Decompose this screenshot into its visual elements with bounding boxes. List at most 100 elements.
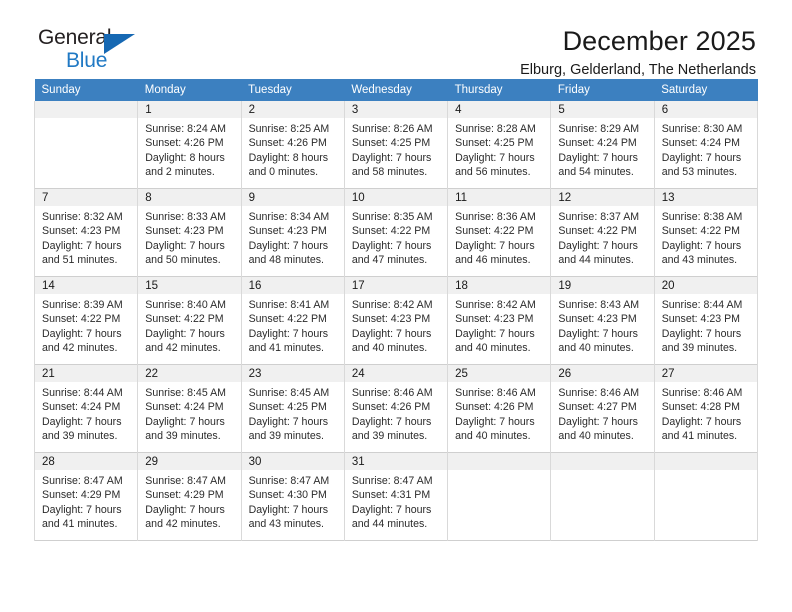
calendar-day-cell[interactable]: 3 Sunrise: 8:26 AM Sunset: 4:25 PM Daylight…: [343, 101, 449, 188]
day-details: Sunrise: 8:46 AM Sunset: 4:26 PM Daylight:…: [448, 382, 550, 444]
daylight-text-line1: Daylight: 7 hours: [558, 415, 638, 428]
calendar-day-cell[interactable]: 17 Sunrise: 8:42 AM Sunset: 4:23 PM Dayligh…: [343, 277, 449, 364]
calendar-day-cell[interactable]: 1 Sunrise: 8:24 AM Sunset: 4:26 PM Daylight…: [137, 101, 242, 188]
calendar-day-cell[interactable]: 26 Sunrise: 8:46 AM Sunset: 4:27 PM Dayligh…: [550, 365, 655, 452]
daylight-text-line1: Daylight: 7 hours: [42, 503, 122, 516]
daylight-text-line1: Daylight: 7 hours: [558, 239, 638, 252]
day-number: 22: [138, 365, 241, 382]
calendar-day-cell[interactable]: 19 Sunrise: 8:43 AM Sunset: 4:23 PM Dayligh…: [550, 277, 655, 364]
day-number: [35, 101, 138, 118]
daylight-text-line2: and 39 minutes.: [248, 430, 324, 443]
daylight-text-line2: and 2 minutes.: [145, 166, 215, 179]
sunset-text: Sunset: 4:25 PM: [351, 137, 431, 150]
daylight-text-line2: and 41 minutes.: [42, 518, 118, 531]
weekday-header-tuesday: Tuesday: [241, 79, 345, 101]
title-block: December 2025 Elburg, Gelderland, The Ne…: [520, 27, 758, 79]
day-number: 27: [654, 365, 757, 382]
day-number: 28: [35, 453, 138, 470]
daylight-text-line2: and 42 minutes.: [145, 518, 221, 531]
calendar-day-cell[interactable]: 10 Sunrise: 8:35 AM Sunset: 4:22 PM Dayligh…: [343, 189, 449, 276]
weekday-header-saturday: Saturday: [654, 79, 758, 101]
sunset-text: Sunset: 4:22 PM: [145, 313, 224, 326]
sunset-text: Sunset: 4:27 PM: [558, 401, 637, 414]
daylight-text-line1: Daylight: 7 hours: [558, 327, 638, 340]
calendar-day-cell[interactable]: 31 Sunrise: 8:47 AM Sunset: 4:31 PM Dayligh…: [343, 453, 449, 540]
day-number: 25: [448, 365, 551, 382]
sunset-text: Sunset: 4:23 PM: [351, 313, 431, 326]
daylight-text-line1: Daylight: 7 hours: [661, 239, 742, 252]
day-number: 1: [138, 101, 241, 118]
sunset-text: Sunset: 4:22 PM: [558, 225, 637, 238]
calendar-day-cell[interactable]: 23 Sunrise: 8:45 AM Sunset: 4:25 PM Dayligh…: [240, 365, 345, 452]
calendar-day-cell[interactable]: 27 Sunrise: 8:46 AM Sunset: 4:28 PM Dayligh…: [653, 365, 759, 452]
calendar-day-cell[interactable]: 15 Sunrise: 8:40 AM Sunset: 4:22 PM Dayligh…: [137, 277, 242, 364]
sunrise-text: Sunrise: 8:32 AM: [42, 211, 123, 223]
calendar-day-cell[interactable]: 29 Sunrise: 8:47 AM Sunset: 4:29 PM Dayligh…: [137, 453, 242, 540]
day-details: Sunrise: 8:45 AM Sunset: 4:25 PM Daylight:…: [242, 382, 344, 444]
day-details: Sunrise: 8:28 AM Sunset: 4:25 PM Daylight:…: [448, 118, 550, 180]
calendar-day-cell[interactable]: 8 Sunrise: 8:33 AM Sunset: 4:23 PM Daylight…: [137, 189, 242, 276]
day-details: Sunrise: 8:34 AM Sunset: 4:23 PM Daylight:…: [242, 206, 344, 268]
daylight-text-line2: and 54 minutes.: [558, 166, 634, 179]
sunrise-text: Sunrise: 8:38 AM: [661, 211, 743, 223]
daylight-text-line2: and 41 minutes.: [661, 430, 738, 443]
sunrise-text: Sunrise: 8:25 AM: [248, 123, 330, 135]
brand-logo[interactable]: General Blue: [34, 27, 184, 83]
calendar-day-cell[interactable]: 4 Sunrise: 8:28 AM Sunset: 4:25 PM Daylight…: [447, 101, 552, 188]
daylight-text-line2: and 58 minutes.: [351, 166, 428, 179]
calendar-day-cell[interactable]: 2 Sunrise: 8:25 AM Sunset: 4:26 PM Daylight…: [240, 101, 345, 188]
day-number: [448, 453, 551, 470]
day-details: Sunrise: 8:26 AM Sunset: 4:25 PM Daylight:…: [345, 118, 447, 180]
daylight-text-line1: Daylight: 7 hours: [455, 151, 535, 164]
calendar-day-cell[interactable]: 13 Sunrise: 8:38 AM Sunset: 4:22 PM Dayligh…: [653, 189, 759, 276]
daylight-text-line1: Daylight: 7 hours: [351, 327, 432, 340]
daylight-text-line2: and 53 minutes.: [661, 166, 738, 179]
day-number: 8: [138, 189, 241, 206]
calendar-day-cell[interactable]: 14 Sunrise: 8:39 AM Sunset: 4:22 PM Dayligh…: [33, 277, 139, 364]
calendar-day-cell[interactable]: 24 Sunrise: 8:46 AM Sunset: 4:26 PM Dayligh…: [343, 365, 449, 452]
calendar-day-cell[interactable]: 6 Sunrise: 8:30 AM Sunset: 4:24 PM Daylight…: [653, 101, 759, 188]
sunset-text: Sunset: 4:29 PM: [145, 489, 224, 502]
sunrise-text: Sunrise: 8:37 AM: [558, 211, 640, 223]
daylight-text-line1: Daylight: 7 hours: [145, 239, 225, 252]
calendar-cell-empty: [550, 453, 655, 540]
daylight-text-line2: and 39 minutes.: [661, 342, 738, 355]
calendar-day-cell[interactable]: 28 Sunrise: 8:47 AM Sunset: 4:29 PM Dayligh…: [33, 453, 139, 540]
calendar-day-cell[interactable]: 12 Sunrise: 8:37 AM Sunset: 4:22 PM Dayligh…: [550, 189, 655, 276]
daylight-text-line1: Daylight: 7 hours: [248, 415, 329, 428]
sunset-text: Sunset: 4:31 PM: [351, 489, 431, 502]
calendar-day-cell[interactable]: 18 Sunrise: 8:42 AM Sunset: 4:23 PM Dayligh…: [447, 277, 552, 364]
calendar-day-cell[interactable]: 5 Sunrise: 8:29 AM Sunset: 4:24 PM Daylight…: [550, 101, 655, 188]
day-details: Sunrise: 8:46 AM Sunset: 4:27 PM Daylight:…: [551, 382, 653, 444]
calendar-day-cell[interactable]: 22 Sunrise: 8:45 AM Sunset: 4:24 PM Dayligh…: [137, 365, 242, 452]
daylight-text-line2: and 47 minutes.: [351, 254, 428, 267]
calendar-day-cell[interactable]: 20 Sunrise: 8:44 AM Sunset: 4:23 PM Dayligh…: [653, 277, 759, 364]
calendar-day-cell[interactable]: 30 Sunrise: 8:47 AM Sunset: 4:30 PM Dayligh…: [240, 453, 345, 540]
calendar-day-cell[interactable]: 11 Sunrise: 8:36 AM Sunset: 4:22 PM Dayligh…: [447, 189, 552, 276]
daylight-text-line2: and 43 minutes.: [661, 254, 738, 267]
sunrise-text: Sunrise: 8:42 AM: [455, 299, 536, 311]
daylight-text-line2: and 44 minutes.: [558, 254, 634, 267]
sunrise-text: Sunrise: 8:41 AM: [248, 299, 330, 311]
sunrise-text: Sunrise: 8:42 AM: [351, 299, 433, 311]
daylight-text-line1: Daylight: 7 hours: [351, 239, 432, 252]
day-number: 20: [654, 277, 757, 294]
daylight-text-line2: and 40 minutes.: [558, 342, 634, 355]
calendar-day-cell[interactable]: 16 Sunrise: 8:41 AM Sunset: 4:22 PM Dayligh…: [240, 277, 345, 364]
day-details: Sunrise: 8:42 AM Sunset: 4:23 PM Daylight:…: [345, 294, 447, 356]
calendar-day-cell[interactable]: 7 Sunrise: 8:32 AM Sunset: 4:23 PM Daylight…: [33, 189, 139, 276]
sunset-text: Sunset: 4:26 PM: [145, 137, 224, 150]
calendar-day-cell[interactable]: 21 Sunrise: 8:44 AM Sunset: 4:24 PM Dayligh…: [33, 365, 139, 452]
daylight-text-line2: and 39 minutes.: [42, 430, 118, 443]
day-number: 21: [35, 365, 138, 382]
day-number: 15: [138, 277, 241, 294]
daylight-text-line1: Daylight: 7 hours: [145, 327, 225, 340]
sunrise-text: Sunrise: 8:45 AM: [145, 387, 226, 399]
daylight-text-line1: Daylight: 7 hours: [42, 239, 122, 252]
daylight-text-line1: Daylight: 7 hours: [42, 327, 122, 340]
calendar-day-cell[interactable]: 9 Sunrise: 8:34 AM Sunset: 4:23 PM Daylight…: [240, 189, 345, 276]
day-number: 7: [35, 189, 138, 206]
day-details: Sunrise: 8:47 AM Sunset: 4:29 PM Daylight:…: [35, 470, 137, 532]
calendar-day-cell[interactable]: 25 Sunrise: 8:46 AM Sunset: 4:26 PM Dayligh…: [447, 365, 552, 452]
day-number: [551, 453, 654, 470]
